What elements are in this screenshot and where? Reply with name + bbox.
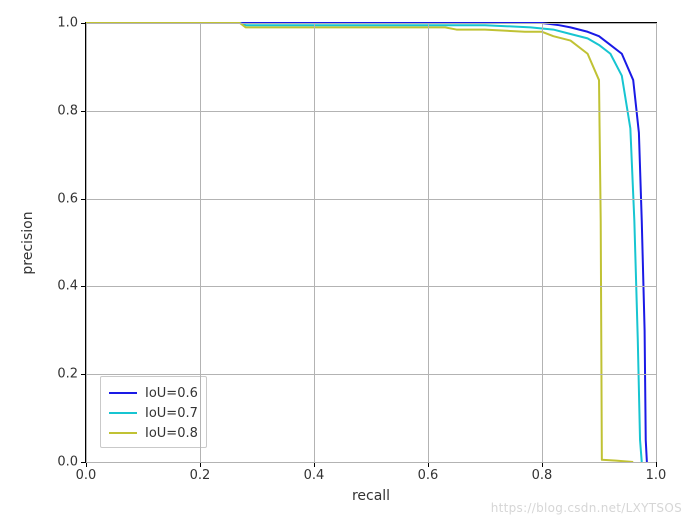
grid-line-h <box>86 462 656 463</box>
tick-mark-y <box>81 199 86 200</box>
grid-line-h <box>86 111 656 112</box>
legend-label: IoU=0.8 <box>145 426 198 441</box>
x-tick-label: 0.2 <box>190 468 211 483</box>
grid-line-h <box>86 199 656 200</box>
y-tick-label: 0.6 <box>57 191 78 206</box>
grid-line-v <box>656 23 657 462</box>
grid-line-v <box>200 23 201 462</box>
legend-item-iou-0-6: IoU=0.6 <box>109 383 198 403</box>
grid-line-v <box>314 23 315 462</box>
tick-mark-y <box>81 374 86 375</box>
grid-line-v <box>428 23 429 462</box>
x-tick-label: 0.4 <box>304 468 325 483</box>
legend-label: IoU=0.6 <box>145 386 198 401</box>
y-tick-label: 0.2 <box>57 367 78 382</box>
legend-item-iou-0-7: IoU=0.7 <box>109 403 198 423</box>
legend-swatch <box>109 392 137 394</box>
y-tick-label: 1.0 <box>57 16 78 31</box>
legend-swatch <box>109 432 137 434</box>
y-tick-label: 0.8 <box>57 103 78 118</box>
x-tick-label: 0.0 <box>76 468 97 483</box>
tick-mark-y <box>81 23 86 24</box>
x-tick-label: 0.8 <box>532 468 553 483</box>
legend-swatch <box>109 412 137 414</box>
axes-main: IoU=0.6 IoU=0.7 IoU=0.8 recall precision… <box>85 22 657 463</box>
grid-line-h <box>86 23 656 24</box>
legend-label: IoU=0.7 <box>145 406 198 421</box>
figure: IoU=0.6 IoU=0.7 IoU=0.8 recall precision… <box>0 0 692 519</box>
tick-mark-y <box>81 286 86 287</box>
x-tick-label: 0.6 <box>418 468 439 483</box>
tick-mark-x <box>656 462 657 467</box>
y-axis-label: precision <box>20 211 36 274</box>
x-axis-label: recall <box>352 488 390 504</box>
y-tick-label: 0.0 <box>57 455 78 470</box>
grid-line-v <box>86 23 87 462</box>
y-tick-label: 0.4 <box>57 279 78 294</box>
legend: IoU=0.6 IoU=0.7 IoU=0.8 <box>100 376 207 448</box>
tick-mark-y <box>81 111 86 112</box>
grid-line-v <box>542 23 543 462</box>
grid-line-h <box>86 286 656 287</box>
tick-mark-y <box>81 462 86 463</box>
grid-line-h <box>86 374 656 375</box>
legend-item-iou-0-8: IoU=0.8 <box>109 423 198 443</box>
x-tick-label: 1.0 <box>646 468 667 483</box>
watermark: https://blog.csdn.net/LXYTSOS <box>491 501 682 515</box>
